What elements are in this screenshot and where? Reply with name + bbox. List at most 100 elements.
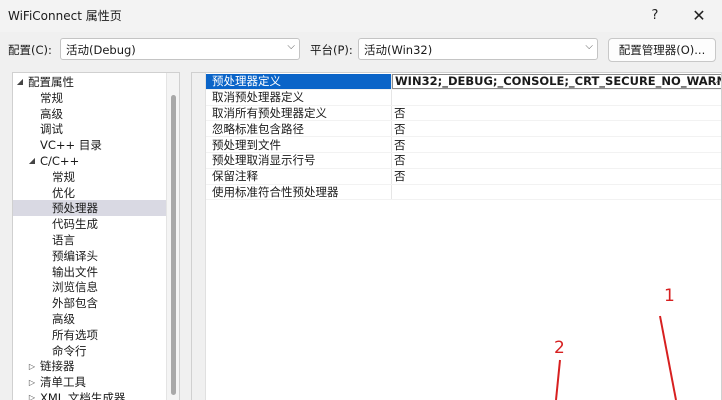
tree-item-label: C/C++ bbox=[40, 153, 80, 168]
tree-item-label: XML 文档生成器 bbox=[40, 390, 126, 400]
chevron-down-icon: ⌵ bbox=[287, 41, 295, 52]
property-value-text: WIN32;_DEBUG;_CONSOLE;_CRT_SECURE_NO_WAR… bbox=[395, 74, 721, 89]
tree-item[interactable]: 调试 bbox=[13, 121, 166, 137]
close-button[interactable]: ✕ bbox=[676, 0, 722, 30]
tree-item-label: 清单工具 bbox=[40, 375, 86, 390]
tree-item[interactable]: 所有选项 bbox=[13, 327, 166, 343]
property-name: 使用标准符合性预处理器 bbox=[206, 184, 392, 200]
property-name: 取消所有预处理器定义 bbox=[206, 105, 392, 121]
tree-item-label: 常规 bbox=[40, 90, 63, 105]
collapsed-arrow-icon[interactable]: ▷ bbox=[27, 393, 37, 400]
tree-item-label: 常规 bbox=[52, 169, 75, 184]
grid-gutter bbox=[192, 73, 206, 400]
tree-item-label: 外部包含 bbox=[52, 296, 98, 311]
tree-item[interactable]: VC++ 目录 bbox=[13, 137, 166, 153]
property-value[interactable]: 否 bbox=[392, 153, 721, 168]
property-tree[interactable]: ◢ 配置属性 常规 高级 调试 VC++ 目录 ◢ C/C++ 常规 优化 预处理器 代码生成 语言 预编… bbox=[12, 72, 180, 400]
property-value[interactable]: 否 bbox=[392, 106, 721, 121]
platform-label: 平台(P): bbox=[310, 43, 353, 57]
tree-item[interactable]: 高级 bbox=[13, 106, 166, 122]
chevron-down-icon: ⌵ bbox=[585, 41, 593, 52]
property-value-text: 否 bbox=[394, 106, 406, 120]
tree-item[interactable]: ◢ 配置属性 bbox=[13, 74, 166, 90]
tree-item[interactable]: 浏览信息 bbox=[13, 279, 166, 295]
property-name: 取消预处理器定义 bbox=[206, 89, 392, 105]
tree-item-label: 预处理器 bbox=[52, 201, 98, 216]
tree-item[interactable]: 代码生成 bbox=[13, 216, 166, 232]
tree-item[interactable]: 外部包含 bbox=[13, 295, 166, 311]
configuration-bar: 配置(C): 活动(Debug) ⌵ 平台(P): 活动(Win32) ⌵ 配置… bbox=[0, 32, 722, 66]
tree-item[interactable]: ▷ 链接器 bbox=[13, 358, 166, 374]
window-title: WiFiConnect 属性页 bbox=[8, 9, 122, 23]
tree-item-label: 语言 bbox=[52, 232, 75, 247]
tree-item[interactable]: 高级 bbox=[13, 311, 166, 327]
tree-item-label: 高级 bbox=[52, 311, 75, 326]
property-row[interactable]: 预处理到文件否 bbox=[206, 137, 721, 153]
tree-item[interactable]: ◢ C/C++ bbox=[13, 153, 166, 169]
tree-item-label: 高级 bbox=[40, 106, 63, 121]
tree-item-label: 所有选项 bbox=[52, 327, 98, 342]
config-value: 活动(Debug) bbox=[66, 43, 136, 57]
content-area: ◢ 配置属性 常规 高级 调试 VC++ 目录 ◢ C/C++ 常规 优化 预处理器 代码生成 语言 预编… bbox=[0, 66, 722, 400]
annotation-number: 2 bbox=[554, 338, 565, 358]
property-grid: 预处理器定义 WIN32;_DEBUG;_CONSOLE;_CRT_SECURE_… bbox=[191, 72, 722, 400]
property-value[interactable] bbox=[392, 185, 721, 200]
property-name: 预处理取消显示行号 bbox=[206, 153, 392, 168]
property-value-text: 否 bbox=[394, 153, 406, 168]
tree-item[interactable]: ▷ XML 文档生成器 bbox=[13, 390, 166, 400]
tree-item[interactable]: 常规 bbox=[13, 90, 166, 106]
configuration-manager-button[interactable]: 配置管理器(O)... bbox=[608, 38, 716, 62]
tree-item[interactable]: 预处理器 bbox=[13, 200, 166, 217]
property-name: 预处理到文件 bbox=[206, 137, 392, 152]
property-name: 忽略标准包含路径 bbox=[206, 121, 392, 137]
scrollbar-thumb[interactable] bbox=[171, 95, 176, 395]
annotation-number: 1 bbox=[664, 286, 675, 306]
property-name: 保留注释 bbox=[206, 168, 392, 184]
property-row[interactable]: 取消所有预处理器定义否 bbox=[206, 105, 721, 122]
tree-item-label: 浏览信息 bbox=[52, 280, 98, 295]
tree-item-label: VC++ 目录 bbox=[40, 138, 102, 153]
property-row[interactable]: 保留注释否 bbox=[206, 168, 721, 185]
tree-item-label: 优化 bbox=[52, 185, 75, 200]
config-label: 配置(C): bbox=[8, 43, 52, 57]
chevron-down-icon[interactable]: ⌵ bbox=[711, 76, 719, 87]
tree-item[interactable]: 常规 bbox=[13, 169, 166, 185]
tree-item[interactable]: 优化 bbox=[13, 185, 166, 201]
platform-select[interactable]: 活动(Win32) ⌵ bbox=[358, 38, 598, 60]
tree-item[interactable]: ▷ 清单工具 bbox=[13, 374, 166, 390]
collapsed-arrow-icon[interactable]: ▷ bbox=[27, 362, 37, 371]
tree-item-label: 链接器 bbox=[40, 359, 75, 374]
tree-item-label: 预编译头 bbox=[52, 248, 98, 263]
help-button[interactable]: ? bbox=[632, 0, 678, 30]
config-select[interactable]: 活动(Debug) ⌵ bbox=[60, 38, 300, 60]
property-value[interactable]: 否 bbox=[392, 121, 721, 136]
expanded-arrow-icon[interactable]: ◢ bbox=[27, 156, 37, 165]
title-bar: WiFiConnect 属性页 ? ✕ bbox=[0, 0, 722, 32]
tree-item-label: 配置属性 bbox=[28, 74, 74, 89]
property-value[interactable]: WIN32;_DEBUG;_CONSOLE;_CRT_SECURE_NO_WAR… bbox=[392, 74, 721, 89]
property-value-text: 否 bbox=[394, 169, 406, 184]
tree-item-label: 命令行 bbox=[52, 343, 87, 358]
tree-item-label: 输出文件 bbox=[52, 264, 98, 279]
property-value-text: 否 bbox=[394, 121, 406, 136]
tree-item[interactable]: 语言 bbox=[13, 232, 166, 248]
property-row[interactable]: 忽略标准包含路径否 bbox=[206, 121, 721, 138]
property-row[interactable]: 预处理器定义 WIN32;_DEBUG;_CONSOLE;_CRT_SECURE_… bbox=[206, 74, 721, 90]
property-value-text: 否 bbox=[394, 137, 406, 152]
platform-value: 活动(Win32) bbox=[364, 43, 433, 57]
tree-item-label: 代码生成 bbox=[52, 217, 98, 232]
property-value[interactable]: 否 bbox=[392, 137, 721, 152]
tree-item[interactable]: 预编译头 bbox=[13, 248, 166, 264]
collapsed-arrow-icon[interactable]: ▷ bbox=[27, 378, 37, 387]
property-row[interactable]: 使用标准符合性预处理器 bbox=[206, 184, 721, 201]
property-value[interactable]: 否 bbox=[392, 169, 721, 184]
property-row[interactable]: 预处理取消显示行号否 bbox=[206, 153, 721, 169]
tree-scrollbar[interactable] bbox=[166, 73, 179, 400]
tree-item[interactable]: 输出文件 bbox=[13, 264, 166, 280]
property-row[interactable]: 取消预处理器定义 bbox=[206, 89, 721, 106]
property-name: 预处理器定义 bbox=[206, 74, 392, 89]
expanded-arrow-icon[interactable]: ◢ bbox=[15, 77, 25, 86]
tree-item[interactable]: 命令行 bbox=[13, 343, 166, 359]
property-value[interactable] bbox=[392, 90, 721, 105]
tree-item-label: 调试 bbox=[40, 122, 63, 137]
